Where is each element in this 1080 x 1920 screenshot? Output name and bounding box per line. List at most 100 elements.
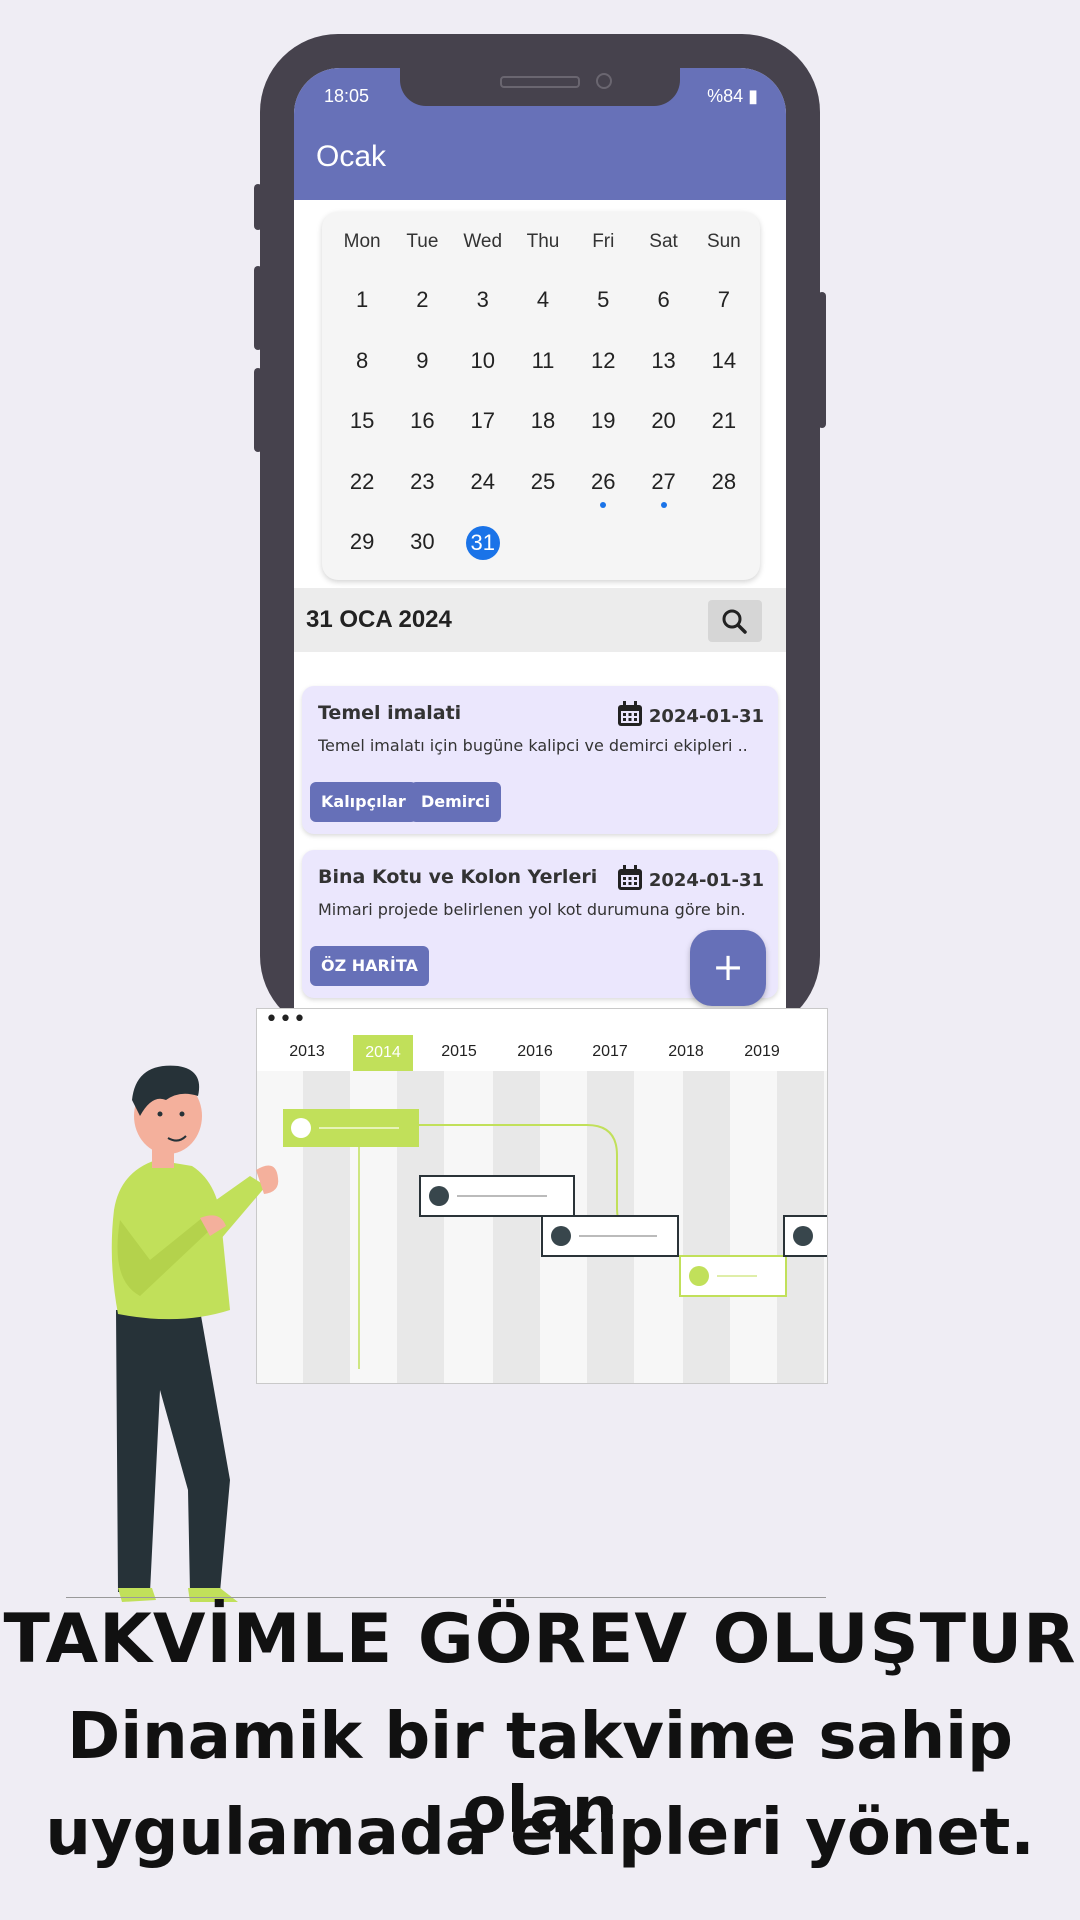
calendar-day[interactable]: 20 [633, 405, 693, 466]
calendar-day[interactable]: 21 [694, 405, 754, 466]
status-battery: %84 ▮ [707, 86, 758, 106]
calendar-day[interactable]: 19 [573, 405, 633, 466]
gantt-bar [679, 1255, 787, 1297]
weekday-label: Fri [592, 231, 615, 252]
calendar-day[interactable]: 17 [453, 405, 513, 466]
add-task-button[interactable]: + [690, 930, 766, 1006]
person-icon [429, 1186, 449, 1206]
day-number: 5 [597, 287, 610, 312]
person-icon [291, 1118, 311, 1138]
day-number: 2 [416, 287, 429, 312]
calendar-day[interactable]: 1 [332, 284, 392, 345]
calendar-day[interactable]: 27 [633, 466, 693, 527]
calendar-day[interactable]: 30 [392, 526, 452, 587]
day-number: 28 [711, 468, 737, 494]
calendar-day[interactable]: 14 [694, 345, 754, 406]
gantt-bar [283, 1109, 419, 1147]
calendar-day[interactable]: 3 [453, 284, 513, 345]
day-number: 1 [356, 287, 369, 312]
calendar-day[interactable]: 4 [513, 284, 573, 345]
promo-subtitle-line-2: uygulamada ekipleri yönet. [45, 1796, 1035, 1870]
person-icon [793, 1226, 813, 1246]
notch [400, 68, 680, 106]
day-number: 21 [711, 408, 737, 433]
day-number: 24 [470, 468, 495, 494]
day-number: 27 [651, 468, 676, 494]
calendar-day[interactable]: 7 [694, 284, 754, 345]
calendar-day[interactable]: 13 [633, 345, 693, 406]
gantt-bar [783, 1215, 827, 1257]
calendar-day[interactable]: 6 [633, 284, 693, 345]
gantt-bar [541, 1215, 679, 1257]
calendar-day[interactable]: 16 [392, 405, 452, 466]
calendar-day[interactable]: 5 [573, 284, 633, 345]
calendar-icon [616, 700, 644, 732]
weekday-label: Sun [706, 231, 741, 252]
task-card[interactable]: Temel imalati 2024-01-31 Temel imalatı i… [302, 686, 778, 834]
day-number: 31 [465, 526, 500, 560]
event-dot [600, 501, 607, 508]
event-dot [660, 501, 667, 508]
day-number: 4 [536, 287, 550, 312]
calendar-day[interactable]: 28 [694, 466, 754, 527]
phone-side-button [254, 184, 262, 230]
day-number: 12 [591, 347, 616, 373]
status-time: 18:05 [324, 86, 370, 106]
day-number: 9 [416, 347, 429, 373]
day-number: 15 [349, 408, 375, 433]
day-number: 26 [591, 468, 616, 494]
selected-date: 31 OCA 2024 [306, 606, 452, 633]
page-title: Ocak [316, 140, 387, 173]
calendar-icon [616, 864, 644, 896]
calendar-day[interactable]: 11 [513, 345, 573, 406]
day-number: 20 [651, 408, 676, 433]
search-icon [722, 609, 747, 634]
person-icon [689, 1266, 709, 1286]
day-number: 25 [530, 468, 556, 494]
person-illustration [111, 1065, 279, 1602]
day-number: 8 [356, 347, 369, 373]
task-description: Temel imalatı için bugüne kalipci ve dem… [318, 736, 748, 755]
task-title: Bina Kotu ve Kolon Yerleri [318, 866, 598, 888]
calendar-day[interactable]: 12 [573, 345, 633, 406]
calendar-day[interactable]: 26 [573, 466, 633, 527]
task-title: Temel imalati [318, 702, 462, 724]
team-tag[interactable]: Demirci [410, 782, 502, 822]
day-number: 19 [591, 408, 616, 433]
calendar: Mon Tue Wed Thu Fri Sat Sun 1 2 3 4 5 6 7 8 9 10 11 12 13 14… [322, 212, 760, 580]
task-description: Mimari projede belirlenen yol kot durumu… [318, 900, 746, 919]
day-number: 13 [651, 347, 676, 373]
day-number: 30 [410, 529, 435, 554]
calendar-day[interactable]: 15 [332, 405, 392, 466]
weekday-label: Mon [343, 231, 381, 252]
calendar-day[interactable]: 9 [392, 345, 452, 406]
team-tag[interactable]: Kalıpçılar [310, 782, 417, 822]
day-number: 6 [657, 287, 670, 312]
team-tag[interactable]: ÖZ HARİTA [310, 946, 429, 986]
speaker [500, 76, 580, 88]
phone-power-button [818, 292, 826, 428]
calendar-day[interactable]: 8 [332, 345, 392, 406]
day-number: 11 [531, 347, 555, 373]
day-number: 18 [530, 408, 556, 433]
calendar-day[interactable]: 29 [332, 526, 392, 587]
calendar-day[interactable]: 31 [453, 526, 513, 587]
calendar-day[interactable]: 24 [453, 466, 513, 527]
weekday-label: Thu [526, 231, 560, 252]
promo-headline: TAKVİMLE GÖREV OLUŞTUR [3, 1600, 1077, 1679]
calendar-day[interactable]: 18 [513, 405, 573, 466]
day-number: 14 [711, 347, 737, 373]
calendar-day[interactable]: 25 [513, 466, 573, 527]
gantt-illustration: ••• 2013 2014 2015 2016 2017 2018 2019 2 [256, 1008, 828, 1384]
calendar-day[interactable]: 2 [392, 284, 452, 345]
calendar-day[interactable]: 23 [392, 466, 452, 527]
phone-volume-down [254, 368, 262, 452]
app-bar: 18:05 %84 ▮ Ocak [294, 68, 786, 200]
task-date: 2024-01-31 [648, 870, 764, 891]
calendar-day[interactable]: 10 [453, 345, 513, 406]
day-number: 3 [476, 287, 489, 312]
day-number: 17 [470, 408, 495, 433]
search-button[interactable] [708, 600, 762, 642]
weekday-label: Sat [649, 231, 678, 252]
calendar-day[interactable]: 22 [332, 466, 392, 527]
